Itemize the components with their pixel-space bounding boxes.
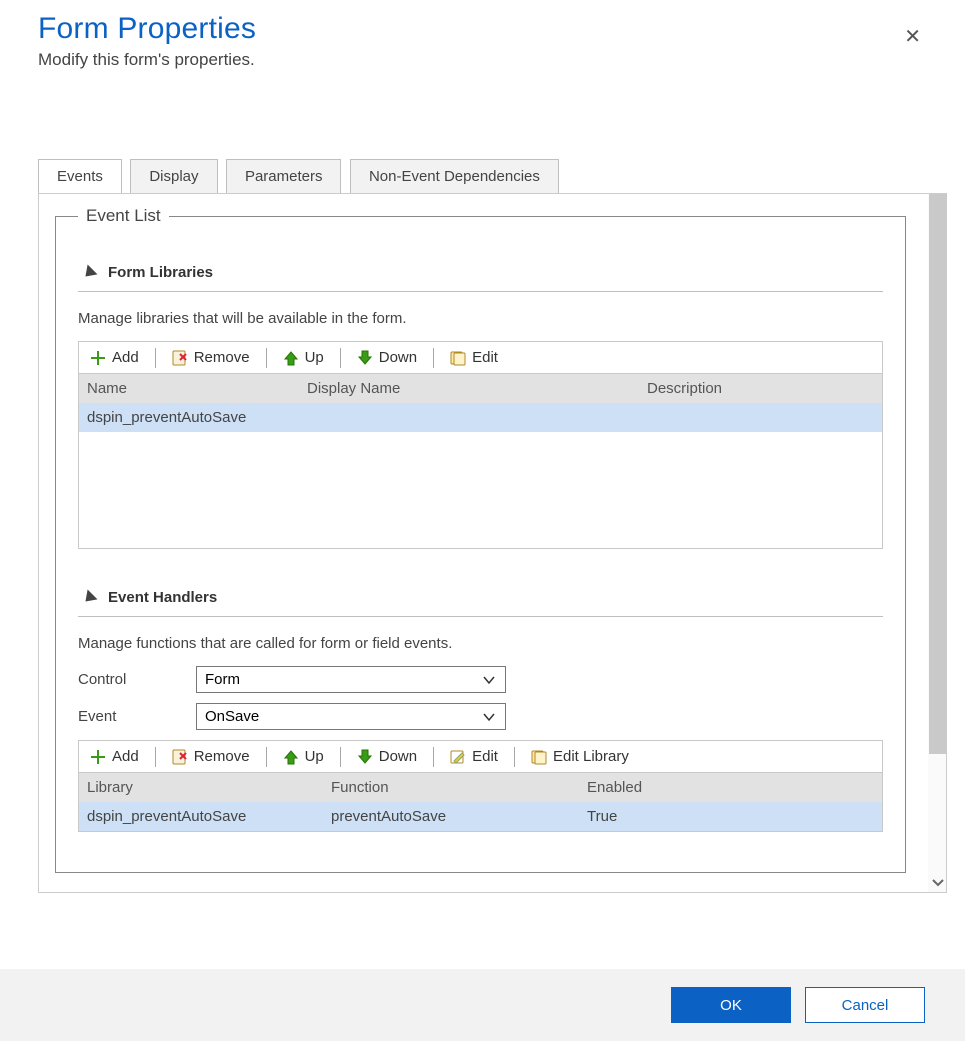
down-button[interactable]: Down (351, 746, 423, 767)
up-button-label: Up (305, 349, 324, 366)
separator (433, 747, 434, 767)
separator (433, 348, 434, 368)
content-pane: Event List Form Libraries Manage librari… (38, 193, 947, 893)
control-label: Control (78, 671, 196, 688)
event-select[interactable]: OnSave (196, 703, 506, 730)
arrow-up-icon (283, 749, 299, 765)
section-title: Event Handlers (108, 589, 217, 606)
page-subtitle: Modify this form's properties. (38, 50, 927, 70)
arrow-up-icon (283, 350, 299, 366)
remove-icon (172, 350, 188, 366)
edit-button[interactable]: Edit (444, 746, 504, 767)
form-libraries-description: Manage libraries that will be available … (78, 310, 883, 327)
dialog-footer: OK Cancel (0, 969, 965, 1041)
event-select-value: OnSave (205, 708, 259, 725)
collapse-icon (81, 264, 98, 281)
table-row[interactable]: dspin_preventAutoSave (79, 403, 882, 432)
col-name[interactable]: Name (79, 374, 299, 403)
grid-header: Name Display Name Description (79, 374, 882, 403)
up-button[interactable]: Up (277, 746, 330, 767)
cell-library: dspin_preventAutoSave (79, 802, 323, 831)
scroll-down-icon[interactable] (929, 874, 947, 892)
page-title: Form Properties (38, 12, 927, 46)
event-row: Event OnSave (78, 703, 883, 730)
control-row: Control Form (78, 666, 883, 693)
cell-description (639, 403, 882, 432)
col-function[interactable]: Function (323, 773, 579, 802)
scrollbar-thumb[interactable] (929, 194, 947, 754)
event-handlers-toolbar: Add Remove Up Down (78, 740, 883, 773)
tab-events[interactable]: Events (38, 159, 122, 194)
separator (266, 747, 267, 767)
chevron-down-icon (481, 672, 497, 688)
tab-display[interactable]: Display (130, 159, 217, 194)
control-select-value: Form (205, 671, 240, 688)
plus-icon (90, 350, 106, 366)
edit-library-button-label: Edit Library (553, 748, 629, 765)
section-title: Form Libraries (108, 264, 213, 281)
event-list-fieldset: Event List Form Libraries Manage librari… (55, 206, 906, 873)
separator (340, 348, 341, 368)
ok-button[interactable]: OK (671, 987, 791, 1023)
cancel-button[interactable]: Cancel (805, 987, 925, 1023)
down-button-label: Down (379, 748, 417, 765)
edit-library-icon (531, 749, 547, 765)
tab-parameters[interactable]: Parameters (226, 159, 342, 194)
event-handlers-description: Manage functions that are called for for… (78, 635, 883, 652)
cell-function: preventAutoSave (323, 802, 579, 831)
down-button-label: Down (379, 349, 417, 366)
event-handlers-grid: Library Function Enabled dspin_preventAu… (78, 773, 883, 832)
separator (155, 348, 156, 368)
remove-button-label: Remove (194, 748, 250, 765)
edit-button-label: Edit (472, 748, 498, 765)
plus-icon (90, 749, 106, 765)
arrow-down-icon (357, 350, 373, 366)
edit-library-button[interactable]: Edit Library (525, 746, 635, 767)
remove-button-label: Remove (194, 349, 250, 366)
remove-button[interactable]: Remove (166, 746, 256, 767)
edit-button[interactable]: Edit (444, 347, 504, 368)
col-description[interactable]: Description (639, 374, 882, 403)
grid-header: Library Function Enabled (79, 773, 882, 802)
form-libraries-toolbar: Add Remove Up Down (78, 341, 883, 374)
remove-icon (172, 749, 188, 765)
form-libraries-grid: Name Display Name Description dspin_prev… (78, 374, 883, 549)
event-list-legend: Event List (78, 206, 169, 226)
col-enabled[interactable]: Enabled (579, 773, 882, 802)
cell-display-name (299, 403, 639, 432)
remove-button[interactable]: Remove (166, 347, 256, 368)
down-button[interactable]: Down (351, 347, 423, 368)
tab-non-event-dependencies[interactable]: Non-Event Dependencies (350, 159, 559, 194)
scrollbar[interactable] (928, 194, 946, 892)
chevron-down-icon (481, 709, 497, 725)
cell-enabled: True (579, 802, 882, 831)
up-button[interactable]: Up (277, 347, 330, 368)
collapse-icon (81, 589, 98, 606)
pencil-icon (450, 749, 466, 765)
add-button-label: Add (112, 748, 139, 765)
edit-button-label: Edit (472, 349, 498, 366)
separator (514, 747, 515, 767)
control-select[interactable]: Form (196, 666, 506, 693)
edit-icon (450, 350, 466, 366)
separator (155, 747, 156, 767)
close-icon[interactable]: ✕ (904, 24, 921, 49)
up-button-label: Up (305, 748, 324, 765)
col-library[interactable]: Library (79, 773, 323, 802)
arrow-down-icon (357, 749, 373, 765)
add-button[interactable]: Add (84, 347, 145, 368)
col-display-name[interactable]: Display Name (299, 374, 639, 403)
add-button[interactable]: Add (84, 746, 145, 767)
event-handlers-header[interactable]: Event Handlers (78, 583, 883, 617)
separator (340, 747, 341, 767)
dialog-header: Form Properties Modify this form's prope… (0, 0, 965, 74)
cell-name: dspin_preventAutoSave (79, 403, 299, 432)
separator (266, 348, 267, 368)
form-libraries-header[interactable]: Form Libraries (78, 258, 883, 292)
table-row[interactable]: dspin_preventAutoSave preventAutoSave Tr… (79, 802, 882, 831)
event-label: Event (78, 708, 196, 725)
add-button-label: Add (112, 349, 139, 366)
tab-bar: Events Display Parameters Non-Event Depe… (38, 158, 965, 193)
